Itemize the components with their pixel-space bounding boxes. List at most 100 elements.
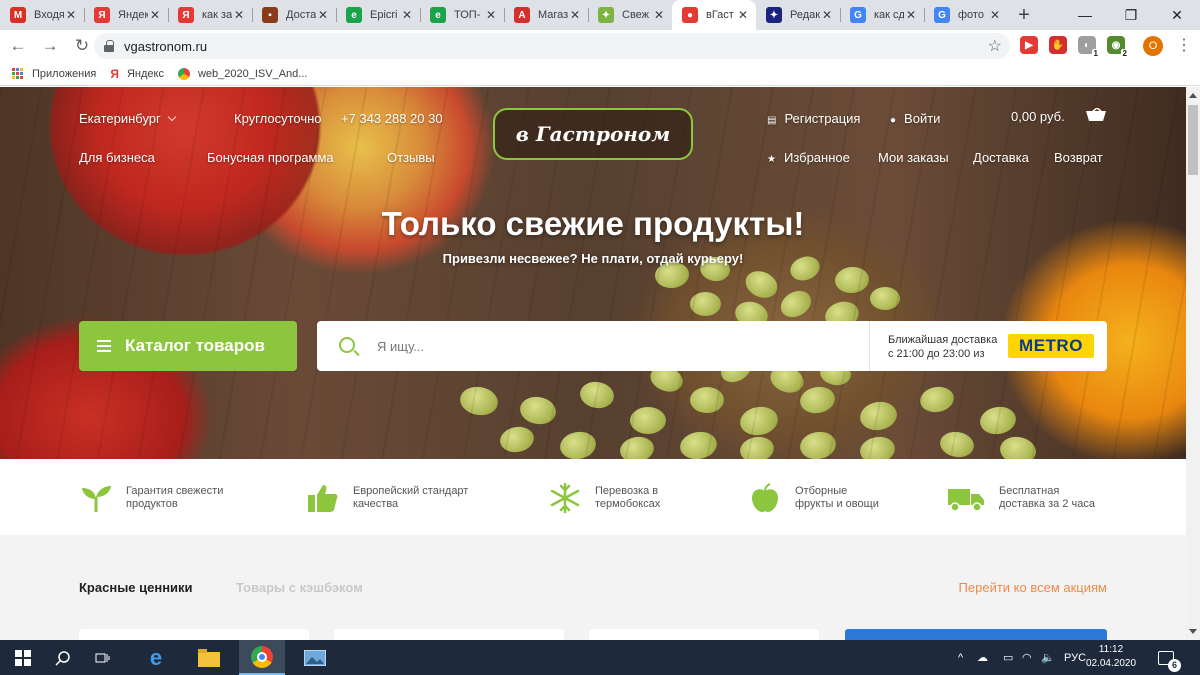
- onedrive-icon[interactable]: ☁: [977, 640, 988, 675]
- restore-icon[interactable]: ❐: [1108, 0, 1154, 30]
- reload-icon[interactable]: ↻: [68, 32, 96, 60]
- battery-icon[interactable]: ▭: [1003, 640, 1013, 675]
- file-explorer-icon[interactable]: [186, 640, 232, 675]
- profile-avatar[interactable]: O: [1143, 36, 1163, 56]
- product-card[interactable]: [589, 629, 819, 640]
- tab-title: вГаст: [706, 9, 734, 21]
- scroll-up-arrow-icon[interactable]: [1189, 93, 1197, 98]
- tab-title: Редак: [790, 9, 820, 21]
- favorites-link[interactable]: ★ Избранное: [767, 150, 850, 165]
- bookmark-label: web_2020_ISV_And...: [197, 67, 308, 80]
- volume-icon[interactable]: 🔈: [1041, 640, 1055, 675]
- browser-tab[interactable]: e ТОП- ✕: [420, 0, 504, 30]
- bookmark-apps[interactable]: Приложения: [12, 67, 97, 80]
- catalog-label: Каталог товаров: [125, 336, 265, 355]
- extension-icon[interactable]: ▶: [1020, 36, 1038, 54]
- minimize-icon[interactable]: —: [1062, 0, 1108, 30]
- browser-tab[interactable]: ✦ Редак ✕: [756, 0, 840, 30]
- browser-menu-icon[interactable]: ⋮: [1176, 35, 1192, 55]
- browser-tab[interactable]: e Epicri ✕: [336, 0, 420, 30]
- feature-text: Бесплатная доставка за 2 часа: [999, 485, 1095, 510]
- forward-icon[interactable]: →: [36, 32, 64, 60]
- browser-tab[interactable]: Я Яндек ✕: [84, 0, 168, 30]
- close-tab-icon[interactable]: ✕: [988, 8, 1002, 22]
- soybean: [690, 387, 724, 413]
- taskbar-clock[interactable]: 11:12 02.04.2020: [1080, 643, 1142, 671]
- close-window-icon[interactable]: ✕: [1154, 0, 1200, 30]
- browser-tab[interactable]: Gкак сд ✕: [840, 0, 924, 30]
- close-tab-icon[interactable]: ✕: [148, 8, 162, 22]
- edge-icon[interactable]: e: [133, 640, 179, 675]
- close-tab-icon[interactable]: ✕: [64, 8, 78, 22]
- browser-tab[interactable]: Gфото ✕: [924, 0, 1008, 30]
- site-logo[interactable]: в Гастроном: [493, 108, 693, 160]
- metro-logo[interactable]: METRO: [1008, 334, 1094, 358]
- nav-bonus-program[interactable]: Бонусная программа: [207, 150, 334, 165]
- cart-total[interactable]: 0,00 руб.: [1011, 109, 1065, 124]
- scroll-thumb[interactable]: [1188, 105, 1198, 175]
- close-tab-icon[interactable]: ✕: [232, 8, 246, 22]
- soybean: [737, 403, 781, 439]
- lock-icon[interactable]: [104, 40, 114, 52]
- product-card[interactable]: [334, 629, 564, 640]
- close-tab-icon[interactable]: ✕: [568, 8, 582, 22]
- scroll-down-arrow-icon[interactable]: [1189, 629, 1197, 634]
- menu-icon: [97, 340, 111, 352]
- search-icon[interactable]: [339, 337, 355, 353]
- wifi-icon[interactable]: ◠: [1022, 640, 1032, 675]
- bookmark-web2020[interactable]: web_2020_ISV_And...: [177, 67, 308, 80]
- task-view-icon[interactable]: [80, 640, 126, 675]
- browser-tab[interactable]: ✦ Свеж ✕: [588, 0, 672, 30]
- browser-tab[interactable]: M Входя ✕: [0, 0, 84, 30]
- page-scrollbar[interactable]: [1186, 87, 1200, 640]
- action-center-icon[interactable]: 6: [1158, 640, 1181, 675]
- nav-my-orders[interactable]: Мои заказы: [878, 150, 949, 165]
- bookmark-yandex[interactable]: Я Яндекс: [110, 67, 164, 81]
- bookmark-star-icon[interactable]: ☆: [988, 36, 1002, 56]
- nav-delivery[interactable]: Доставка: [973, 150, 1029, 165]
- city-selector[interactable]: Екатеринбург: [79, 111, 177, 126]
- browser-tab[interactable]: A Магаз ✕: [504, 0, 588, 30]
- new-tab-button[interactable]: +: [1008, 0, 1040, 30]
- close-tab-icon[interactable]: ✕: [904, 8, 918, 22]
- hero-title: Только свежие продукты!: [381, 205, 805, 242]
- all-promotions-link[interactable]: Перейти ко всем акциям: [959, 580, 1107, 595]
- chrome-icon[interactable]: [239, 640, 285, 675]
- extension-icon[interactable]: ◉ 2: [1107, 36, 1129, 58]
- close-tab-icon[interactable]: ✕: [652, 8, 666, 22]
- promo-banner-card[interactable]: [845, 629, 1107, 640]
- show-hidden-icons[interactable]: ^: [958, 640, 963, 675]
- close-tab-icon[interactable]: ✕: [316, 8, 330, 22]
- cart-icon[interactable]: [1086, 108, 1106, 122]
- url-text[interactable]: vgastronom.ru: [124, 39, 207, 54]
- tab-cashback-products[interactable]: Товары с кэшбэком: [236, 580, 363, 595]
- close-tab-icon[interactable]: ✕: [484, 8, 498, 22]
- nav-returns[interactable]: Возврат: [1054, 150, 1103, 165]
- product-card[interactable]: [79, 629, 309, 640]
- tab-favicon-icon: ▪: [262, 7, 278, 23]
- close-tab-icon[interactable]: ✕: [400, 8, 414, 22]
- tab-title: ТОП-: [454, 9, 481, 21]
- address-bar[interactable]: vgastronom.ru ☆: [94, 33, 1010, 59]
- extension-icon[interactable]: ◐ 1: [1078, 36, 1100, 58]
- notification-count: 6: [1168, 658, 1181, 672]
- browser-tab[interactable]: ● вГаст ✕: [672, 0, 756, 30]
- register-link[interactable]: ▤ Регистрация: [767, 111, 860, 126]
- close-tab-icon[interactable]: ✕: [820, 8, 834, 22]
- close-tab-icon[interactable]: ✕: [736, 8, 750, 22]
- extension-icon[interactable]: ✋: [1049, 36, 1067, 54]
- soybean: [798, 384, 837, 416]
- catalog-button[interactable]: Каталог товаров: [79, 321, 297, 371]
- search-input[interactable]: [377, 321, 857, 371]
- login-link[interactable]: ● Войти: [890, 111, 940, 126]
- photos-app-icon[interactable]: [292, 640, 338, 675]
- browser-tab[interactable]: ▪ Доста ✕: [252, 0, 336, 30]
- back-icon[interactable]: ←: [4, 32, 32, 60]
- logo-text: в Гастроном: [515, 122, 671, 146]
- nav-reviews[interactable]: Отзывы: [387, 150, 435, 165]
- phone-link[interactable]: +7 343 288 20 30: [341, 111, 443, 126]
- browser-tab[interactable]: Якак за ✕: [168, 0, 252, 30]
- bookmark-label: Приложения: [32, 67, 97, 80]
- nav-business[interactable]: Для бизнеса: [79, 150, 155, 165]
- tab-red-price-tags[interactable]: Красные ценники: [79, 580, 193, 595]
